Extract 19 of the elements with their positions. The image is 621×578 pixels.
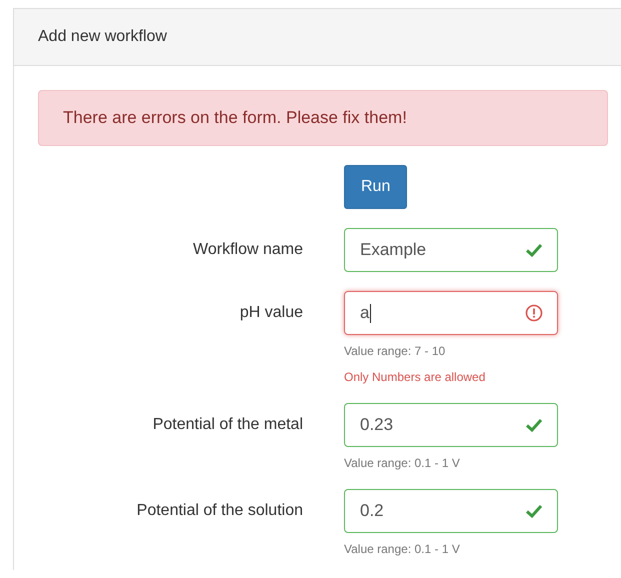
input-field[interactable]: Example (344, 228, 558, 272)
input-field[interactable]: 0.23 (344, 403, 558, 447)
field-label: Workflow name (193, 241, 303, 259)
help-text: Value range: 7 - 10 (344, 344, 446, 358)
warning-icon (525, 304, 543, 322)
help-text: Value range: 0.1 - 1 V (344, 456, 461, 470)
checkmark-icon (525, 503, 543, 519)
input-field[interactable]: 0.2 (344, 489, 558, 533)
checkmark-icon (525, 242, 543, 258)
run-button[interactable]: Run (344, 165, 408, 209)
field-label: Potential of the solution (136, 502, 303, 520)
input-field[interactable]: a (344, 291, 558, 335)
panel-title: Add new workflow (38, 28, 167, 46)
field-label: pH value (240, 304, 303, 322)
checkmark-icon (525, 417, 543, 433)
alert-message: There are errors on the form. Please fix them! (63, 108, 407, 128)
field-label: Potential of the metal (152, 416, 303, 434)
error-text: Only Numbers are allowed (344, 370, 486, 384)
help-text: Value range: 0.1 - 1 V (344, 542, 461, 556)
